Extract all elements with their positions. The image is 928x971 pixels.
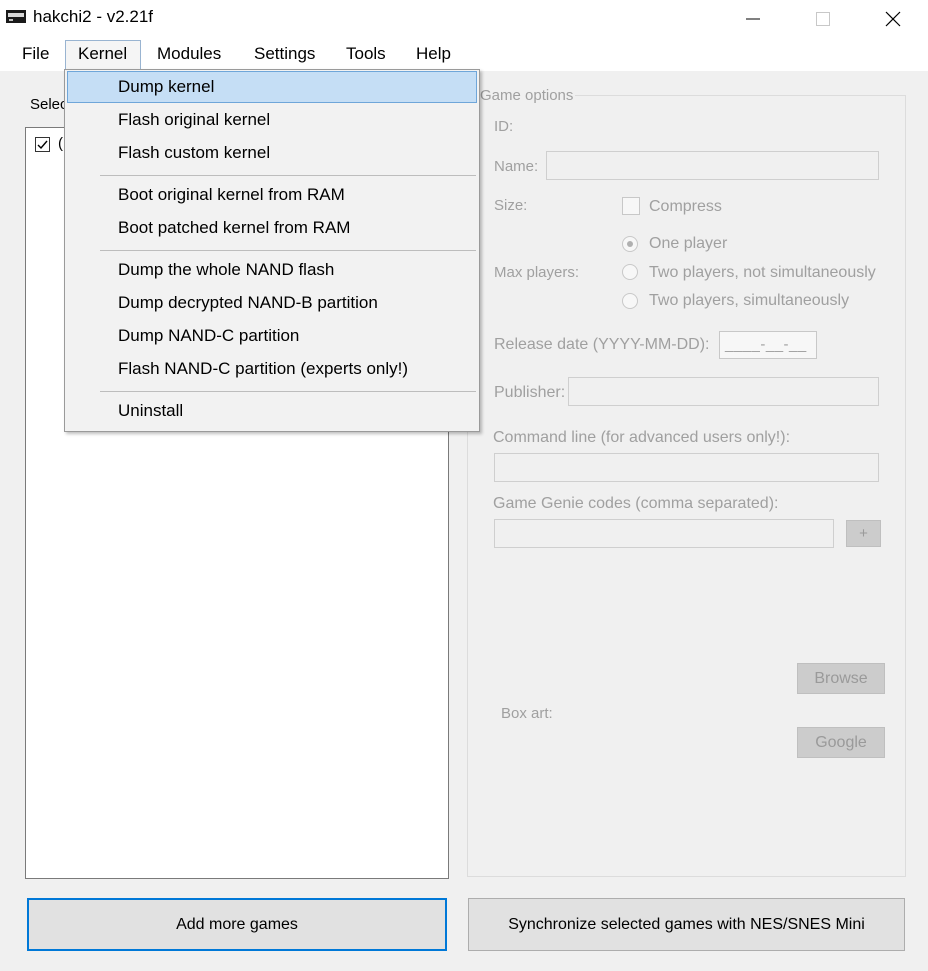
close-button[interactable] <box>870 0 916 37</box>
menu-flash-custom-kernel[interactable]: Flash custom kernel <box>118 138 270 168</box>
maximize-icon <box>816 11 830 26</box>
command-line-field[interactable] <box>494 453 879 482</box>
menu-dump-nand-b[interactable]: Dump decrypted NAND-B partition <box>118 288 378 318</box>
menu-settings[interactable]: Settings <box>254 39 315 69</box>
menu-separator <box>100 250 476 251</box>
radio-two-players-simultaneous[interactable] <box>622 293 638 309</box>
menu-file[interactable]: File <box>22 39 49 69</box>
release-date-label: Release date (YYYY-MM-DD): <box>494 336 710 353</box>
menu-dump-nand-c[interactable]: Dump NAND-C partition <box>118 321 299 351</box>
size-label: Size: <box>494 197 528 214</box>
menu-dump-whole-nand[interactable]: Dump the whole NAND flash <box>118 255 334 285</box>
menu-help[interactable]: Help <box>416 39 451 69</box>
app-icon <box>6 10 26 23</box>
close-icon <box>885 11 901 26</box>
synchronize-button[interactable]: Synchronize selected games with NES/SNES… <box>468 898 905 951</box>
browse-button[interactable]: Browse <box>797 663 885 694</box>
game-checkbox[interactable] <box>35 137 50 152</box>
select-games-label: Selec <box>30 96 68 113</box>
minimize-icon <box>746 18 760 19</box>
name-label: Name: <box>494 158 539 175</box>
add-code-button[interactable]: + <box>846 520 881 547</box>
radio-two-players-not-simultaneous[interactable] <box>622 264 638 280</box>
menu-boot-original-kernel[interactable]: Boot original kernel from RAM <box>118 180 345 210</box>
radio-one-player[interactable] <box>622 236 638 252</box>
google-button[interactable]: Google <box>797 727 885 758</box>
menu-separator <box>100 175 476 176</box>
menu-tools[interactable]: Tools <box>346 39 386 69</box>
window-title: hakchi2 - v2.21f <box>33 7 154 26</box>
menu-flash-original-kernel[interactable]: Flash original kernel <box>118 105 270 135</box>
compress-label: Compress <box>649 198 722 215</box>
id-label: ID: <box>494 118 514 135</box>
menu-kernel[interactable]: Kernel <box>78 39 127 69</box>
menu-boot-patched-kernel[interactable]: Boot patched kernel from RAM <box>118 213 350 243</box>
game-label: ( <box>58 135 63 152</box>
menu-separator <box>100 391 476 392</box>
release-date-value: ____-__-__ <box>725 336 807 353</box>
check-icon <box>37 140 48 150</box>
name-field[interactable] <box>546 151 879 180</box>
command-line-label: Command line (for advanced users only!): <box>493 429 791 446</box>
publisher-label: Publisher: <box>494 384 566 401</box>
minimize-button[interactable] <box>730 0 776 37</box>
max-players-label: Max players: <box>494 264 580 281</box>
game-genie-field[interactable] <box>494 519 834 548</box>
publisher-field[interactable] <box>568 377 879 406</box>
add-more-games-button[interactable]: Add more games <box>27 898 447 951</box>
menu-flash-nand-c[interactable]: Flash NAND-C partition (experts only!) <box>118 354 408 384</box>
release-date-field[interactable]: ____-__-__ <box>719 331 817 359</box>
two-players-simultaneous-label: Two players, simultaneously <box>649 292 850 309</box>
menu-dump-kernel[interactable]: Dump kernel <box>118 72 214 102</box>
one-player-label: One player <box>649 235 728 252</box>
two-players-not-simultaneous-label: Two players, not simultaneously <box>649 264 876 281</box>
maximize-button[interactable] <box>800 0 846 37</box>
box-art-label: Box art: <box>501 705 553 722</box>
menu-modules[interactable]: Modules <box>157 39 221 69</box>
compress-checkbox[interactable] <box>622 197 640 215</box>
menu-uninstall[interactable]: Uninstall <box>118 396 183 426</box>
game-options-legend: Game options <box>478 87 576 104</box>
game-genie-label: Game Genie codes (comma separated): <box>493 495 779 512</box>
